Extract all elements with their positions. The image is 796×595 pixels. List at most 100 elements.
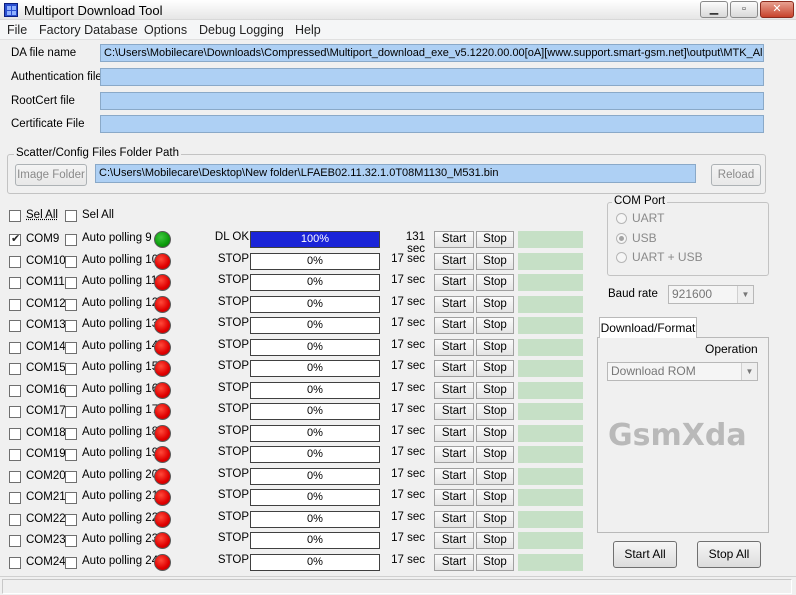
baud-rate-select[interactable]: 921600 ▼ — [668, 285, 754, 304]
start-button[interactable]: Start — [434, 403, 474, 420]
auto-polling-checkbox[interactable] — [65, 256, 77, 268]
menu-file[interactable]: File — [7, 23, 27, 37]
com-checkbox[interactable] — [9, 557, 21, 569]
start-button[interactable]: Start — [434, 489, 474, 506]
start-button[interactable]: Start — [434, 339, 474, 356]
com-checkbox[interactable] — [9, 277, 21, 289]
stop-button[interactable]: Stop — [476, 296, 514, 313]
com-checkbox[interactable] — [9, 514, 21, 526]
port-info-box — [518, 403, 583, 420]
da-file-field[interactable]: C:\Users\Mobilecare\Downloads\Compressed… — [100, 44, 764, 62]
sel-all-com-checkbox[interactable] — [9, 210, 21, 222]
stop-all-button[interactable]: Stop All — [697, 541, 761, 568]
minimize-button[interactable]: ▁ — [700, 1, 728, 18]
stop-button[interactable]: Stop — [476, 274, 514, 291]
auto-polling-checkbox[interactable] — [65, 514, 77, 526]
image-folder-button[interactable]: Image Folder — [15, 164, 87, 186]
maximize-button[interactable]: ▫ — [730, 1, 758, 18]
port-info-box — [518, 425, 583, 442]
close-button[interactable]: ✕ — [760, 1, 794, 18]
auto-polling-checkbox[interactable] — [65, 535, 77, 547]
auto-polling-checkbox[interactable] — [65, 492, 77, 504]
start-button[interactable]: Start — [434, 274, 474, 291]
auth-file-field[interactable] — [100, 68, 764, 86]
status-text: STOP — [217, 511, 249, 523]
auto-polling-checkbox[interactable] — [65, 342, 77, 354]
stop-button[interactable]: Stop — [476, 511, 514, 528]
start-button[interactable]: Start — [434, 446, 474, 463]
com-checkbox[interactable] — [9, 320, 21, 332]
port-info-box — [518, 253, 583, 270]
auto-polling-checkbox[interactable] — [65, 449, 77, 461]
stop-button[interactable]: Stop — [476, 382, 514, 399]
radio-uart[interactable] — [616, 213, 627, 224]
stop-button[interactable]: Stop — [476, 253, 514, 270]
radio-usb[interactable] — [616, 233, 627, 244]
stop-button[interactable]: Stop — [476, 403, 514, 420]
elapsed-time: 17 sec — [391, 511, 425, 523]
auto-polling-checkbox[interactable] — [65, 428, 77, 440]
menu-factory-database[interactable]: Factory Database — [39, 23, 138, 37]
com-label: COM11 — [26, 276, 65, 288]
stop-button[interactable]: Stop — [476, 554, 514, 571]
auto-polling-checkbox[interactable] — [65, 299, 77, 311]
com-checkbox[interactable] — [9, 385, 21, 397]
auto-polling-checkbox[interactable] — [65, 234, 77, 246]
com-checkbox[interactable] — [9, 342, 21, 354]
auto-polling-checkbox[interactable] — [65, 363, 77, 375]
start-button[interactable]: Start — [434, 425, 474, 442]
stop-button[interactable]: Stop — [476, 468, 514, 485]
menu-options[interactable]: Options — [144, 23, 187, 37]
operation-select[interactable]: Download ROM ▼ — [607, 362, 758, 381]
com-checkbox[interactable] — [9, 256, 21, 268]
auto-polling-label: Auto polling 23 — [82, 533, 159, 545]
com-checkbox[interactable] — [9, 406, 21, 418]
start-button[interactable]: Start — [434, 231, 474, 248]
com-checkbox[interactable] — [9, 535, 21, 547]
auto-polling-checkbox[interactable] — [65, 557, 77, 569]
stop-button[interactable]: Stop — [476, 532, 514, 549]
scatter-path-field[interactable]: C:\Users\Mobilecare\Desktop\New folder\L… — [95, 164, 696, 183]
com-checkbox[interactable] — [9, 449, 21, 461]
start-button[interactable]: Start — [434, 296, 474, 313]
start-button[interactable]: Start — [434, 511, 474, 528]
rootcert-file-label: RootCert file — [11, 95, 75, 107]
auto-polling-checkbox[interactable] — [65, 320, 77, 332]
com-checkbox[interactable] — [9, 232, 21, 246]
stop-button[interactable]: Stop — [476, 446, 514, 463]
start-button[interactable]: Start — [434, 382, 474, 399]
rootcert-file-field[interactable] — [100, 92, 764, 110]
com-checkbox[interactable] — [9, 492, 21, 504]
start-button[interactable]: Start — [434, 532, 474, 549]
start-button[interactable]: Start — [434, 253, 474, 270]
sel-all-polling-checkbox[interactable] — [65, 210, 77, 222]
start-button[interactable]: Start — [434, 468, 474, 485]
progress-text: 0% — [307, 298, 323, 310]
certificate-file-field[interactable] — [100, 115, 764, 133]
start-button[interactable]: Start — [434, 317, 474, 334]
radio-uart-usb[interactable] — [616, 252, 627, 263]
stop-button[interactable]: Stop — [476, 317, 514, 334]
stop-button[interactable]: Stop — [476, 339, 514, 356]
reload-button[interactable]: Reload — [711, 164, 761, 186]
menu-debug-logging[interactable]: Debug Logging — [199, 23, 284, 37]
stop-button[interactable]: Stop — [476, 425, 514, 442]
auto-polling-checkbox[interactable] — [65, 471, 77, 483]
start-all-button[interactable]: Start All — [613, 541, 677, 568]
start-button[interactable]: Start — [434, 554, 474, 571]
auto-polling-checkbox[interactable] — [65, 277, 77, 289]
com-checkbox[interactable] — [9, 428, 21, 440]
elapsed-time: 17 sec — [391, 489, 425, 501]
auto-polling-checkbox[interactable] — [65, 406, 77, 418]
stop-button[interactable]: Stop — [476, 489, 514, 506]
start-button[interactable]: Start — [434, 360, 474, 377]
menu-help[interactable]: Help — [295, 23, 321, 37]
com-checkbox[interactable] — [9, 471, 21, 483]
com-checkbox[interactable] — [9, 299, 21, 311]
com-checkbox[interactable] — [9, 363, 21, 375]
tab-download-format[interactable]: Download/Format — [599, 317, 697, 338]
com-label: COM20 — [26, 470, 66, 482]
auto-polling-checkbox[interactable] — [65, 385, 77, 397]
stop-button[interactable]: Stop — [476, 231, 514, 248]
stop-button[interactable]: Stop — [476, 360, 514, 377]
